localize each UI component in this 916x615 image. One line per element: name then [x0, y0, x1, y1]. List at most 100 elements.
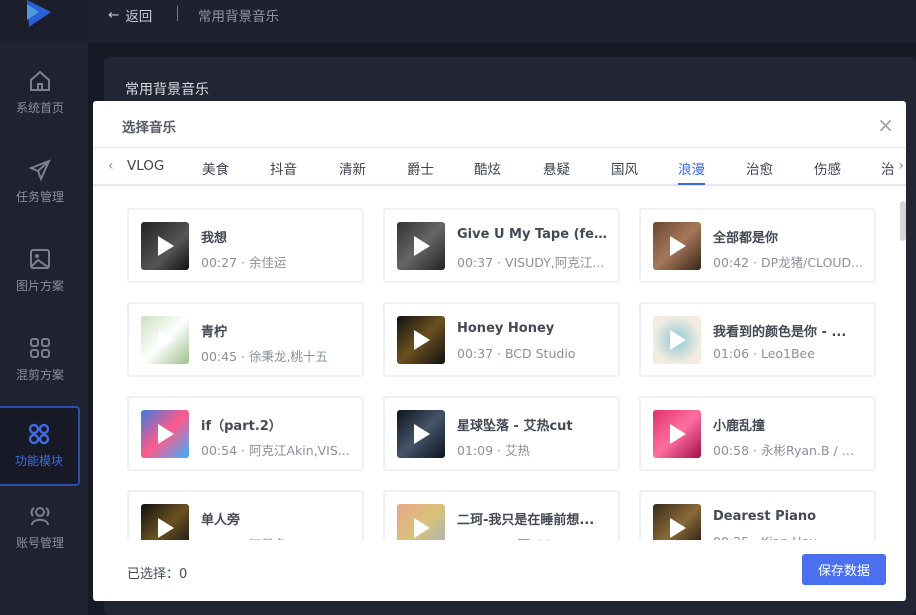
- play-icon[interactable]: [158, 236, 174, 256]
- sidebar-item-tasks[interactable]: 任务管理: [0, 144, 80, 224]
- music-card[interactable]: 我看到的颜色是你 - ... 01:06 · Leo1Bee: [639, 302, 876, 377]
- music-card[interactable]: Give U My Tape (feat. ... 00:37 · VISUDY…: [383, 208, 620, 283]
- back-button[interactable]: ← 返回: [108, 5, 152, 25]
- play-icon[interactable]: [670, 424, 686, 444]
- sidebar-item-label: 任务管理: [15, 190, 64, 204]
- song-meta: 01:06 · Leo1Bee: [713, 346, 815, 361]
- song-title: 星球坠落 - 艾热cut: [457, 419, 573, 434]
- logo: [0, 0, 88, 42]
- album-cover: [653, 410, 701, 458]
- album-cover: [141, 504, 189, 540]
- sidebar-item-label: 系统首页: [15, 101, 64, 115]
- music-card[interactable]: 全部都是你 00:42 · DP龙猪/CLOUD...: [639, 208, 876, 283]
- song-title: Honey Honey: [457, 321, 555, 336]
- grid-icon: [30, 338, 50, 358]
- song-meta: 00:45 · 徐秉龙,桃十五: [201, 349, 328, 364]
- scrollbar[interactable]: [899, 188, 906, 540]
- album-cover: [397, 410, 445, 458]
- scrollbar-thumb[interactable]: [900, 201, 906, 241]
- music-card[interactable]: 青柠 00:45 · 徐秉龙,桃十五: [127, 302, 364, 377]
- selected-count: 已选择：0: [127, 567, 188, 582]
- tab-3[interactable]: 清新: [339, 158, 366, 178]
- album-cover: [141, 222, 189, 270]
- tab-10[interactable]: 伤感: [814, 158, 841, 178]
- home-icon: [30, 70, 50, 91]
- play-icon[interactable]: [414, 518, 430, 538]
- music-card[interactable]: 单人旁 00:53 · 江昊名: [127, 490, 364, 540]
- sidebar-item-home[interactable]: 系统首页: [0, 55, 80, 135]
- music-card[interactable]: Honey Honey 00:37 · BCD Studio: [383, 302, 620, 377]
- album-cover: [141, 316, 189, 364]
- back-label: 返回: [125, 9, 153, 25]
- sidebar-item-label: 混剪方案: [15, 368, 64, 382]
- sidebar: 系统首页 任务管理 图片方案 混剪方案 功能模块 账号管理: [0, 0, 88, 615]
- tab-1[interactable]: 美食: [202, 158, 229, 178]
- song-title: 全部都是你: [713, 231, 779, 246]
- song-meta: 00:58 · 永彬Ryan.B / 狄...: [713, 443, 865, 458]
- song-meta: 00:37 · VISUDY,阿克江...: [457, 255, 605, 270]
- music-list: 我想 00:27 · 余佳运 Give U My Tape (feat. ...…: [93, 188, 906, 540]
- play-icon[interactable]: [414, 424, 430, 444]
- music-card[interactable]: 二珂-我只是在睡前想... 00:41 · 二珂Chloe: [383, 490, 620, 540]
- tab-8[interactable]: 浪漫: [678, 158, 705, 185]
- song-title: if（part.2）: [201, 419, 282, 434]
- play-icon[interactable]: [670, 330, 686, 350]
- image-icon: [30, 249, 50, 269]
- play-icon[interactable]: [158, 330, 174, 350]
- play-icon[interactable]: [670, 518, 686, 538]
- album-cover: [397, 316, 445, 364]
- play-icon[interactable]: [414, 330, 430, 350]
- sidebar-item-modules[interactable]: 功能模块: [0, 406, 80, 486]
- tab-2[interactable]: 抖音: [270, 158, 297, 178]
- album-cover: [653, 504, 701, 540]
- topbar: ← 返回 常用背景音乐: [88, 0, 916, 42]
- send-icon: [28, 159, 51, 182]
- play-icon[interactable]: [414, 236, 430, 256]
- song-title: Give U My Tape (feat. ...: [457, 227, 609, 242]
- chevron-right-icon[interactable]: ›: [898, 158, 904, 174]
- music-card[interactable]: 我想 00:27 · 余佳运: [127, 208, 364, 283]
- song-title: Dearest Piano: [713, 509, 817, 524]
- song-meta: 00:27 · 余佳运: [201, 255, 287, 270]
- album-cover: [141, 410, 189, 458]
- tab-4[interactable]: 爵士: [407, 158, 434, 178]
- song-meta: 00:42 · DP龙猪/CLOUD...: [713, 255, 864, 270]
- sidebar-item-accounts[interactable]: 账号管理: [0, 490, 80, 570]
- music-card[interactable]: 小鹿乱撞 00:58 · 永彬Ryan.B / 狄...: [639, 396, 876, 471]
- song-title: 我看到的颜色是你 - ...: [713, 325, 847, 340]
- play-icon[interactable]: [158, 424, 174, 444]
- song-meta: 00:37 · BCD Studio: [457, 346, 576, 361]
- album-cover: [653, 222, 701, 270]
- tab-11[interactable]: 治: [881, 158, 895, 178]
- play-icon[interactable]: [158, 518, 174, 538]
- album-cover: [397, 504, 445, 540]
- logo-icon: [27, 0, 51, 27]
- sidebar-item-label: 功能模块: [14, 454, 63, 468]
- song-meta: 01:09 · 艾热: [457, 443, 530, 458]
- arrow-left-icon: ←: [108, 7, 120, 23]
- song-title: 我想: [201, 231, 228, 246]
- divider: [177, 6, 178, 21]
- select-music-dialog: 选择音乐 × ‹ › VLOG 美食 抖音 清新 爵士 酷炫 悬疑 国风 浪漫 治愈 伤感 治 我想 …: [93, 101, 906, 601]
- music-card[interactable]: 星球坠落 - 艾热cut 01:09 · 艾热: [383, 396, 620, 471]
- breadcrumb: 常用背景音乐: [198, 9, 279, 25]
- tab-7[interactable]: 国风: [611, 158, 638, 178]
- tab-0[interactable]: VLOG: [127, 158, 164, 174]
- chevron-left-icon[interactable]: ‹: [108, 158, 114, 174]
- dialog-footer: 已选择：0 保存数据: [93, 540, 906, 601]
- save-button[interactable]: 保存数据: [802, 554, 886, 585]
- tab-6[interactable]: 悬疑: [543, 158, 570, 178]
- dialog-title: 选择音乐: [93, 101, 906, 148]
- song-title: 小鹿乱撞: [713, 419, 766, 434]
- play-icon[interactable]: [670, 236, 686, 256]
- modules-icon: [28, 423, 50, 445]
- music-card[interactable]: if（part.2） 00:54 · 阿克江Akin,VIS...: [127, 396, 364, 471]
- sidebar-item-mix[interactable]: 混剪方案: [0, 322, 80, 402]
- tab-9[interactable]: 治愈: [746, 158, 773, 178]
- tab-5[interactable]: 酷炫: [474, 158, 501, 178]
- song-title: 二珂-我只是在睡前想...: [457, 513, 595, 528]
- music-card[interactable]: Dearest Piano 00:25 · Kian Hou: [639, 490, 876, 540]
- close-icon[interactable]: ×: [877, 113, 894, 137]
- panel-title: 常用背景音乐: [125, 82, 209, 98]
- sidebar-item-images[interactable]: 图片方案: [0, 233, 80, 313]
